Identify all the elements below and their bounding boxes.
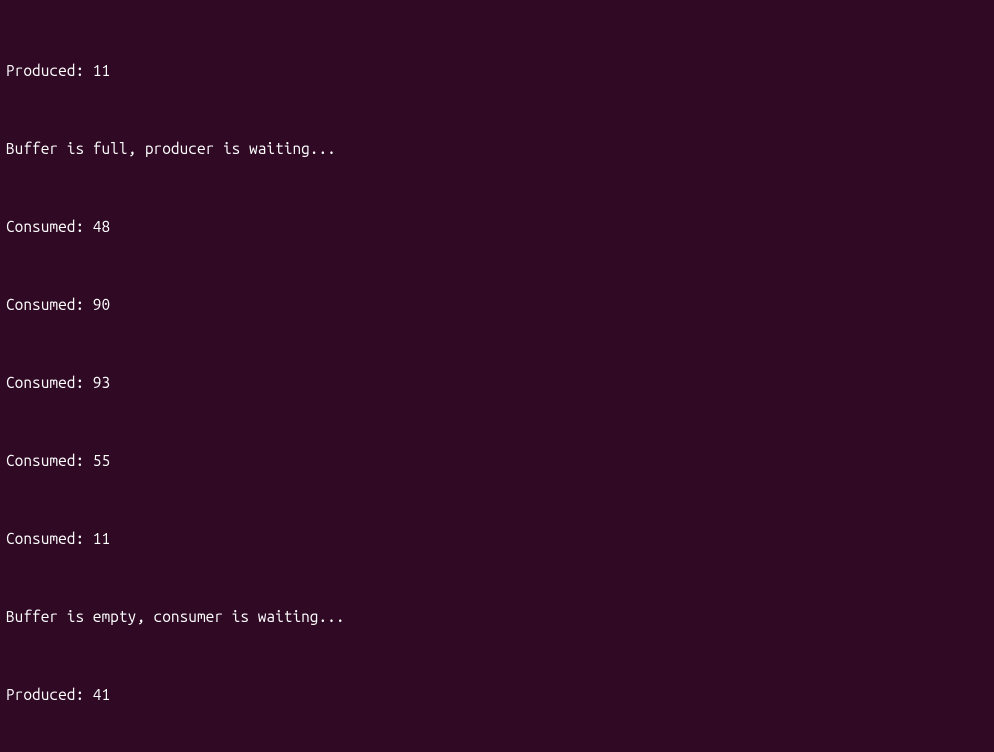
terminal-line: Consumed: 55 <box>6 448 988 474</box>
terminal-line: Consumed: 11 <box>6 526 988 552</box>
terminal-line: Buffer is full, producer is waiting... <box>6 136 988 162</box>
terminal-line: Consumed: 90 <box>6 292 988 318</box>
terminal-line: Buffer is empty, consumer is waiting... <box>6 604 988 630</box>
terminal-line: Produced: 41 <box>6 682 988 708</box>
terminal-line: Consumed: 93 <box>6 370 988 396</box>
terminal-line: Consumed: 48 <box>6 214 988 240</box>
terminal-line: Produced: 11 <box>6 58 988 84</box>
terminal-output[interactable]: Produced: 11 Buffer is full, producer is… <box>0 0 994 752</box>
